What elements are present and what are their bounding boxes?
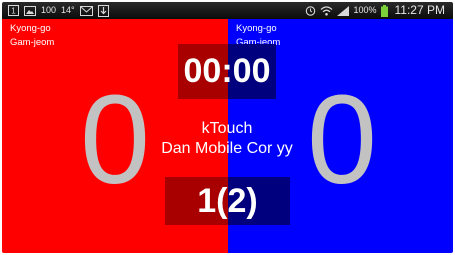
red-gam-jeom-label[interactable]: Gam-jeom bbox=[10, 37, 54, 49]
svg-text:1: 1 bbox=[11, 7, 16, 16]
mail-icon bbox=[79, 5, 93, 16]
status-bar: 1 100 14° 100% 11:27 PM bbox=[2, 2, 453, 19]
notification-count: 100 bbox=[41, 5, 57, 15]
notification-1-icon: 1 bbox=[8, 5, 19, 16]
blue-kyong-go-label[interactable]: Kyong-go bbox=[236, 23, 277, 35]
status-clock: 11:27 PM bbox=[394, 3, 445, 17]
temperature: 14° bbox=[61, 5, 75, 15]
alarm-icon bbox=[305, 5, 316, 16]
status-bar-notifications: 1 100 14° bbox=[8, 2, 109, 19]
blue-score[interactable]: 0 bbox=[297, 77, 387, 203]
app-screen: 1 100 14° 100% 11:27 PM Kyong-go Gam-jeo… bbox=[2, 2, 453, 253]
status-bar-system: 100% 11:27 PM bbox=[305, 2, 445, 19]
battery-icon bbox=[380, 4, 388, 17]
red-score[interactable]: 0 bbox=[70, 77, 160, 203]
battery-percent: 100% bbox=[353, 5, 377, 15]
timer-value: 00:00 bbox=[183, 52, 271, 90]
match-timer[interactable]: 00:00 bbox=[178, 44, 276, 99]
download-icon bbox=[97, 4, 109, 17]
developer-name: Dan Mobile Cor yy bbox=[161, 140, 293, 157]
image-icon bbox=[24, 5, 36, 16]
round-indicator[interactable]: 1(2) bbox=[165, 177, 290, 225]
app-name: kTouch bbox=[201, 120, 253, 137]
round-value: 1(2) bbox=[197, 182, 258, 220]
signal-icon bbox=[337, 5, 350, 16]
red-kyong-go-label[interactable]: Kyong-go bbox=[10, 23, 51, 35]
wifi-icon bbox=[320, 5, 333, 16]
